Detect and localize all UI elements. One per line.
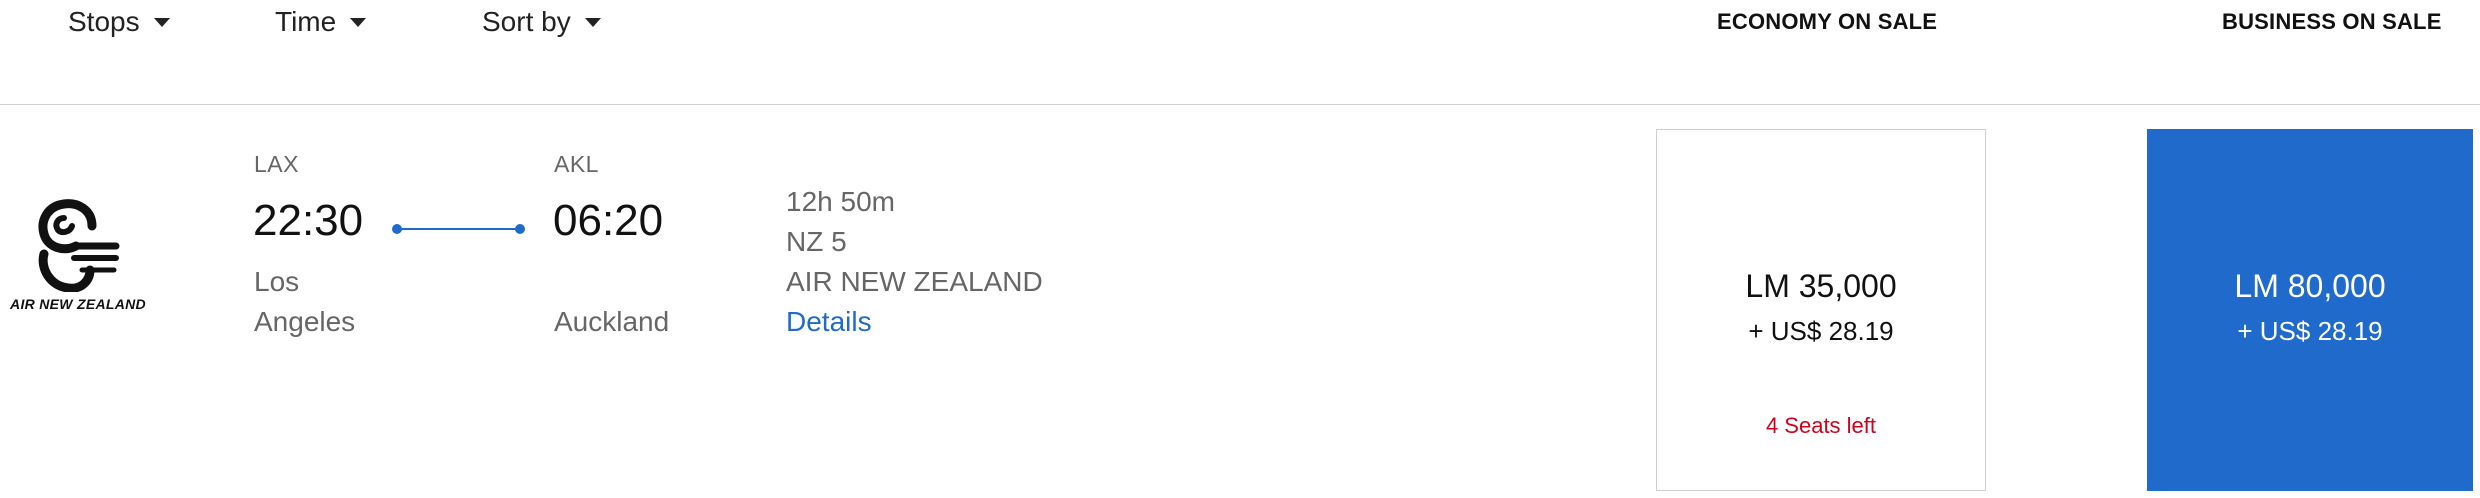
arrival-time: 06:20 [553, 196, 664, 245]
header-divider [0, 104, 2480, 105]
time-filter-label: Time [275, 6, 337, 37]
business-fare-card[interactable]: LM 80,000 + US$ 28.19 [2147, 129, 2473, 491]
economy-cash-price: + US$ 28.19 [1748, 316, 1894, 346]
departure-time: 22:30 [253, 196, 364, 245]
destination-code: AKL [554, 151, 599, 177]
sort-by-dropdown[interactable]: Sort by [482, 6, 601, 38]
time-filter-dropdown[interactable]: Time [275, 6, 367, 38]
origin-city-line2: Angeles [254, 306, 356, 337]
business-column-header: BUSINESS ON SALE [2222, 9, 2442, 34]
flight-number: NZ 5 [786, 226, 847, 257]
airline-logo: AIR NEW ZEALAND [8, 196, 148, 316]
caret-down-icon [153, 17, 170, 27]
economy-miles-price: LM 35,000 [1745, 268, 1897, 304]
destination-dot-icon [515, 224, 525, 234]
koru-logo-icon [38, 199, 120, 292]
details-link[interactable]: Details [786, 306, 872, 337]
details-link-wrapper: Details [786, 306, 872, 338]
destination-city: Auckland [554, 306, 670, 337]
flight-results-page: Stops Time Sort by ECONOMY ON SALE BUSIN… [0, 0, 2480, 498]
origin-code: LAX [254, 151, 299, 177]
business-miles-price: LM 80,000 [2234, 268, 2386, 304]
economy-column-header: ECONOMY ON SALE [1717, 9, 1938, 34]
economy-fare-card[interactable]: LM 35,000 + US$ 28.19 4 Seats left [1656, 129, 1986, 491]
sort-by-label: Sort by [482, 6, 571, 37]
flight-duration: 12h 50m [786, 186, 895, 217]
origin-city-line1: Los [254, 266, 300, 297]
origin-dot-icon [392, 224, 402, 234]
operating-airline: AIR NEW ZEALAND [786, 266, 1043, 297]
stops-filter-label: Stops [68, 6, 140, 37]
caret-down-icon [350, 17, 367, 27]
caret-down-icon [584, 17, 601, 27]
route-line [396, 228, 520, 230]
airline-logo-text: AIR NEW ZEALAND [10, 296, 146, 312]
stops-filter-dropdown[interactable]: Stops [68, 6, 170, 38]
business-cash-price: + US$ 28.19 [2237, 316, 2383, 346]
economy-seats-left: 4 Seats left [1765, 413, 1877, 438]
